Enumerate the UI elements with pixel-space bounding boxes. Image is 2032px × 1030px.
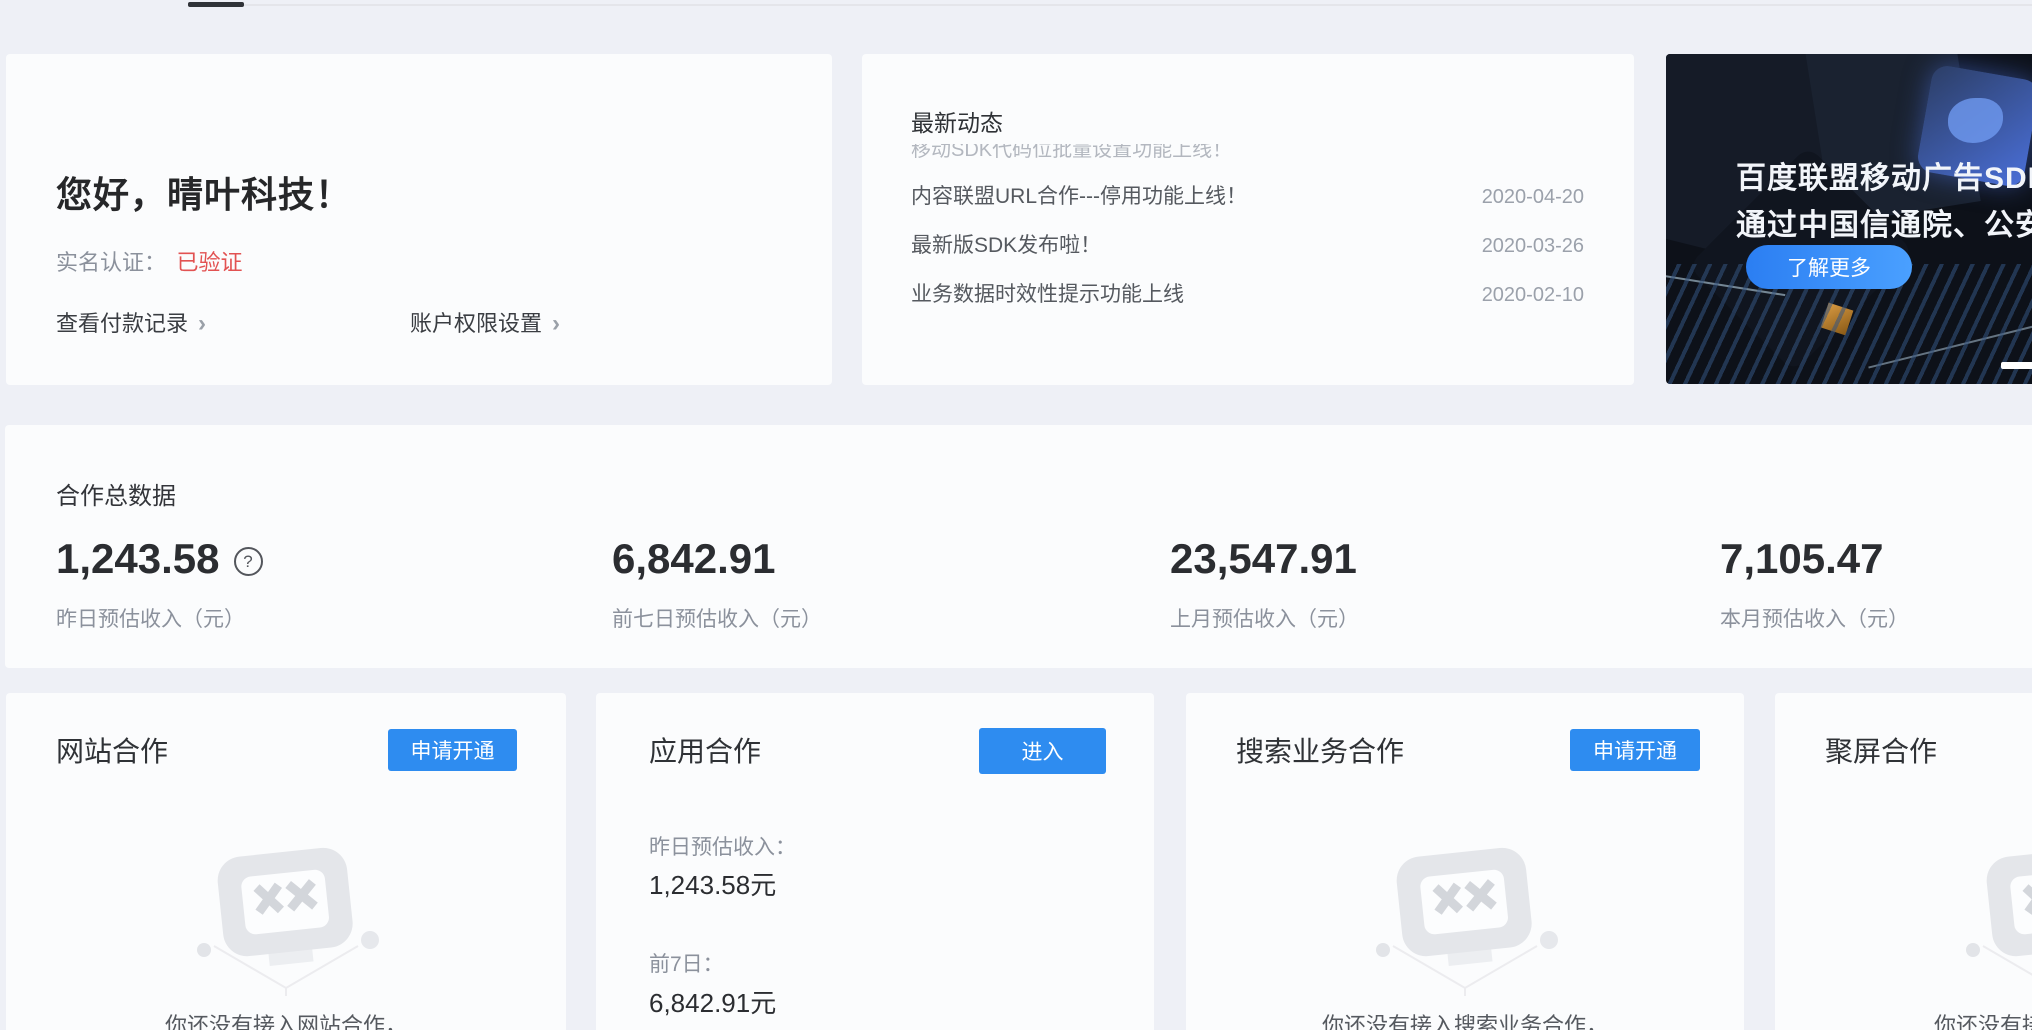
stats-section-title: 合作总数据: [56, 476, 176, 511]
app-coop-title: 应用合作: [649, 730, 761, 770]
news-item-text: 业务数据时效性提示功能上线: [911, 278, 1184, 308]
search-empty-text: 你还没有接入搜索业务合作，: [1186, 1008, 1744, 1030]
app-yesterday-value: 1,243.58元: [649, 865, 776, 902]
stat-value-7days: 6,842.91: [612, 535, 776, 582]
app-enter-button[interactable]: 进入: [979, 728, 1106, 774]
account-permission-link[interactable]: 账户权限设置 ›: [410, 306, 560, 338]
news-item[interactable]: 业务数据时效性提示功能上线 2020-02-10: [911, 278, 1584, 308]
website-coop-title: 网站合作: [56, 730, 168, 770]
auth-status-badge: 已验证: [176, 250, 242, 275]
empty-tv-icon: [1365, 830, 1565, 1000]
stat-label-this-month: 本月预估收入（元）: [1720, 603, 1909, 633]
carousel-indicator[interactable]: [2001, 362, 2032, 369]
stat-value-last-month: 23,547.91: [1170, 535, 1357, 582]
empty-tv-icon: [186, 830, 386, 1000]
stat-value-this-month: 7,105.47: [1720, 535, 1884, 582]
empty-tv-icon: [1955, 830, 2032, 1000]
chevron-right-icon: ›: [552, 310, 560, 337]
banner-headline-line2: 通过中国信通院、公安部: [1736, 200, 2032, 244]
promo-banner[interactable]: 百度联盟移动广告SDK 通过中国信通院、公安部 了解更多: [1666, 54, 2032, 384]
banner-headline-line1: 百度联盟移动广告SDK: [1736, 153, 2032, 197]
chevron-right-icon: ›: [198, 310, 206, 337]
search-apply-button[interactable]: 申请开通: [1570, 729, 1700, 771]
news-item[interactable]: 最新版SDK发布啦！ 2020-03-26: [911, 229, 1584, 259]
banner-learn-more-button[interactable]: 了解更多: [1746, 245, 1912, 289]
stat-label-7days: 前七日预估收入（元）: [612, 603, 822, 633]
greeting-card: 您好，晴叶科技！ 实名认证： 已验证 查看付款记录 › 账户权限设置 ›: [6, 54, 832, 385]
news-item-date: 2020-04-20: [1482, 186, 1584, 209]
news-item-partial-text: 移动SDK代码位批量设置功能上线！: [911, 144, 1584, 162]
search-coop-card: 搜索业务合作 申请开通 你还没有接入搜索业务合作，: [1186, 693, 1744, 1030]
juping-coop-card: 聚屏合作 你还没有接入聚屏合作，: [1775, 693, 2032, 1030]
help-circle-icon[interactable]: ?: [234, 547, 263, 576]
news-card: 最新动态 移动SDK代码位批量设置功能上线！ 内容联盟URL合作---停用功能上…: [862, 54, 1634, 385]
payment-records-link[interactable]: 查看付款记录 ›: [56, 306, 206, 338]
juping-empty-text: 你还没有接入聚屏合作，: [1775, 1008, 2032, 1030]
website-coop-card: 网站合作 申请开通 你还没有接入网站合作，: [6, 693, 566, 1030]
stat-label-yesterday: 昨日预估收入（元）: [56, 603, 263, 633]
app-coop-card: 应用合作 进入 昨日预估收入： 1,243.58元 前7日： 6,842.91元: [596, 693, 1154, 1030]
website-apply-button[interactable]: 申请开通: [388, 729, 517, 771]
news-card-title: 最新动态: [911, 104, 1003, 138]
news-item-text: 最新版SDK发布啦！: [911, 229, 1101, 259]
app-yesterday-label: 昨日预估收入：: [649, 831, 796, 861]
account-permission-label: 账户权限设置: [410, 311, 542, 336]
news-item-text: 内容联盟URL合作---停用功能上线！: [911, 180, 1247, 210]
app-7days-value: 6,842.91元: [649, 983, 776, 1020]
top-divider: [188, 4, 2032, 6]
news-item-date: 2020-03-26: [1482, 235, 1584, 258]
auth-label: 实名认证：: [56, 250, 166, 275]
dashboard-page: 您好，晴叶科技！ 实名认证： 已验证 查看付款记录 › 账户权限设置 › 最新动态 …: [0, 0, 2032, 1030]
active-tab-underline[interactable]: [188, 2, 244, 7]
greeting-title: 您好，晴叶科技！: [56, 166, 352, 218]
search-coop-title: 搜索业务合作: [1236, 730, 1404, 770]
news-item-scrolling-partial[interactable]: 移动SDK代码位批量设置功能上线！: [911, 144, 1584, 162]
news-item-date: 2020-02-10: [1482, 284, 1584, 307]
total-stats-card: 合作总数据 1,243.58? 昨日预估收入（元） 6,842.91 前七日预估…: [5, 425, 2032, 668]
app-7days-label: 前7日：: [649, 948, 724, 978]
juping-coop-title: 聚屏合作: [1825, 730, 1937, 770]
news-item[interactable]: 内容联盟URL合作---停用功能上线！ 2020-04-20: [911, 180, 1584, 210]
stat-value-yesterday: 1,243.58: [56, 535, 220, 582]
website-empty-text: 你还没有接入网站合作，: [6, 1008, 566, 1030]
payment-records-label: 查看付款记录: [56, 311, 188, 336]
stat-label-last-month: 上月预估收入（元）: [1170, 603, 1359, 633]
